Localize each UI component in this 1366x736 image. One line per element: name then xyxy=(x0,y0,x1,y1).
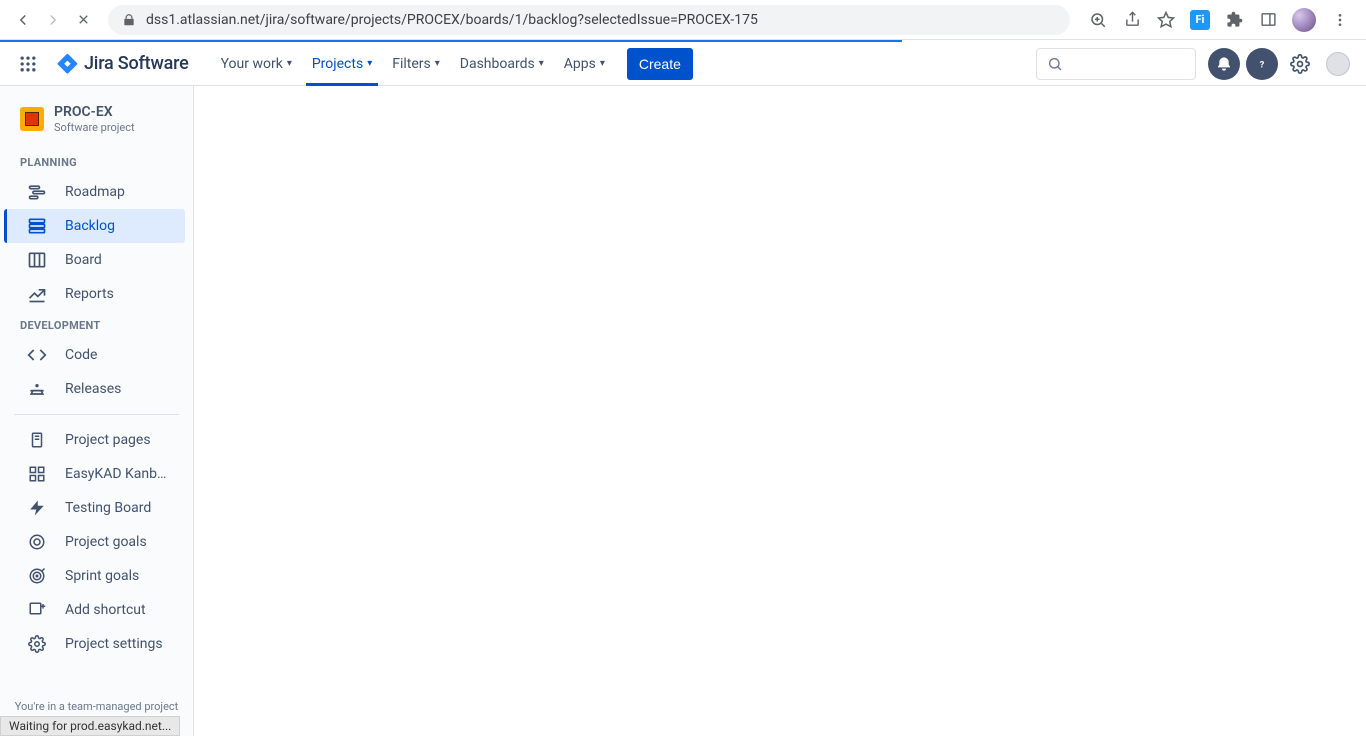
search-input[interactable] xyxy=(1036,48,1196,80)
browser-nav-buttons xyxy=(8,11,102,29)
sidebar-item-label: Sprint goals xyxy=(65,568,139,584)
sidebar-item-easykad[interactable]: EasyKAD Kanban Boa... xyxy=(4,457,185,491)
browser-profile-avatar[interactable] xyxy=(1292,8,1316,32)
chevron-down-icon: ▾ xyxy=(600,58,605,69)
nav-your-work[interactable]: Your work ▾ xyxy=(211,42,302,85)
target-icon xyxy=(27,532,47,552)
sidebar-item-label: Releases xyxy=(65,381,121,397)
sidebar-item-label: Project settings xyxy=(65,636,163,652)
extension-fi-icon[interactable]: Fi xyxy=(1190,10,1210,30)
bullseye-icon xyxy=(27,566,47,586)
sidebar-item-project-goals[interactable]: Project goals xyxy=(4,525,185,559)
top-navigation: Your work ▾ Projects ▾ Filters ▾ Dashboa… xyxy=(211,42,615,85)
share-icon[interactable] xyxy=(1122,10,1142,30)
help-icon[interactable]: ? xyxy=(1246,48,1278,80)
sidebar-item-code[interactable]: Code xyxy=(4,338,185,372)
search-icon xyxy=(1047,56,1063,72)
jira-logo[interactable]: Jira Software xyxy=(48,53,197,75)
sidebar-item-label: Project goals xyxy=(65,534,147,550)
jira-topbar: Jira Software Your work ▾ Projects ▾ Fil… xyxy=(0,42,1366,86)
grid-icon xyxy=(27,464,47,484)
project-header[interactable]: PROC-EX Software project xyxy=(0,104,193,148)
lock-icon xyxy=(122,13,136,27)
sidebar-item-reports[interactable]: Reports xyxy=(4,277,185,311)
reports-icon xyxy=(27,284,47,304)
settings-icon[interactable] xyxy=(1284,48,1316,80)
address-bar[interactable]: dss1.atlassian.net/jira/software/project… xyxy=(108,5,1070,35)
back-icon[interactable] xyxy=(14,11,32,29)
nav-dashboards-label: Dashboards xyxy=(460,56,535,72)
jira-logo-text: Jira Software xyxy=(84,53,189,74)
sidebar-item-project-pages[interactable]: Project pages xyxy=(4,423,185,457)
sidebar-item-sprint-goals[interactable]: Sprint goals xyxy=(4,559,185,593)
sidebar-item-backlog[interactable]: Backlog xyxy=(4,209,185,243)
sidebar-item-label: EasyKAD Kanban Boa... xyxy=(65,466,173,482)
sidebar-item-project-settings[interactable]: Project settings xyxy=(4,627,185,661)
nav-apps-label: Apps xyxy=(564,56,596,72)
sidebar-divider xyxy=(14,414,179,415)
sidebar-item-label: Add shortcut xyxy=(65,602,146,618)
nav-filters[interactable]: Filters ▾ xyxy=(382,42,450,85)
forward-icon[interactable] xyxy=(44,11,62,29)
sidebar: PROC-EX Software project PLANNING Roadma… xyxy=(0,86,194,736)
svg-text:?: ? xyxy=(1260,59,1265,70)
profile-avatar[interactable] xyxy=(1322,48,1354,80)
nav-filters-label: Filters xyxy=(392,56,431,72)
add-shortcut-icon xyxy=(27,600,47,620)
section-planning: PLANNING xyxy=(0,148,193,175)
section-development: DEVELOPMENT xyxy=(0,311,193,338)
nav-projects-label: Projects xyxy=(312,56,363,72)
roadmap-icon xyxy=(27,182,47,202)
project-name: PROC-EX xyxy=(54,104,135,120)
project-type: Software project xyxy=(54,121,135,134)
sidebar-item-label: Project pages xyxy=(65,432,151,448)
notifications-icon[interactable] xyxy=(1208,48,1240,80)
sidebar-item-board[interactable]: Board xyxy=(4,243,185,277)
app-switcher-icon[interactable] xyxy=(12,48,44,80)
topbar-right-icons: ? xyxy=(1208,48,1354,80)
stop-icon[interactable] xyxy=(74,11,92,29)
sidebar-item-label: Reports xyxy=(65,286,114,302)
releases-icon xyxy=(27,379,47,399)
chevron-down-icon: ▾ xyxy=(539,58,544,69)
browser-right-icons: Fi xyxy=(1076,8,1358,32)
main-area: PROC-EX Software project PLANNING Roadma… xyxy=(0,86,1366,736)
url-text: dss1.atlassian.net/jira/software/project… xyxy=(146,12,758,28)
project-avatar-icon xyxy=(20,107,44,131)
nav-dashboards[interactable]: Dashboards ▾ xyxy=(450,42,554,85)
sidebar-item-releases[interactable]: Releases xyxy=(4,372,185,406)
backlog-icon xyxy=(27,216,47,236)
status-text: Waiting for prod.easykad.net... xyxy=(9,719,171,733)
sidebar-item-label: Board xyxy=(65,252,102,268)
nav-apps[interactable]: Apps ▾ xyxy=(554,42,615,85)
extensions-icon[interactable] xyxy=(1224,10,1244,30)
page-icon xyxy=(27,430,47,450)
chevron-down-icon: ▾ xyxy=(435,58,440,69)
sidebar-item-add-shortcut[interactable]: Add shortcut xyxy=(4,593,185,627)
board-icon xyxy=(27,250,47,270)
browser-toolbar: dss1.atlassian.net/jira/software/project… xyxy=(0,0,1366,40)
side-panel-icon[interactable] xyxy=(1258,10,1278,30)
sidebar-item-label: Code xyxy=(65,347,97,363)
sidebar-item-label: Testing Board xyxy=(65,500,151,516)
sidebar-item-testing-board[interactable]: Testing Board xyxy=(4,491,185,525)
browser-menu-icon[interactable] xyxy=(1330,10,1350,30)
jira-logo-icon xyxy=(56,53,78,75)
content-area xyxy=(194,86,1366,736)
lightning-icon xyxy=(27,498,47,518)
nav-projects[interactable]: Projects ▾ xyxy=(302,42,382,85)
chevron-down-icon: ▾ xyxy=(367,58,372,69)
zoom-icon[interactable] xyxy=(1088,10,1108,30)
browser-status-bar: Waiting for prod.easykad.net... xyxy=(0,716,180,736)
team-managed-text: You're in a team-managed project xyxy=(0,700,193,713)
sidebar-item-label: Roadmap xyxy=(65,184,125,200)
code-icon xyxy=(27,345,47,365)
sidebar-item-label: Backlog xyxy=(65,218,115,234)
sidebar-item-roadmap[interactable]: Roadmap xyxy=(4,175,185,209)
gear-icon xyxy=(27,634,47,654)
create-button[interactable]: Create xyxy=(627,48,693,80)
bookmark-star-icon[interactable] xyxy=(1156,10,1176,30)
chevron-down-icon: ▾ xyxy=(287,58,292,69)
nav-your-work-label: Your work xyxy=(221,56,283,72)
